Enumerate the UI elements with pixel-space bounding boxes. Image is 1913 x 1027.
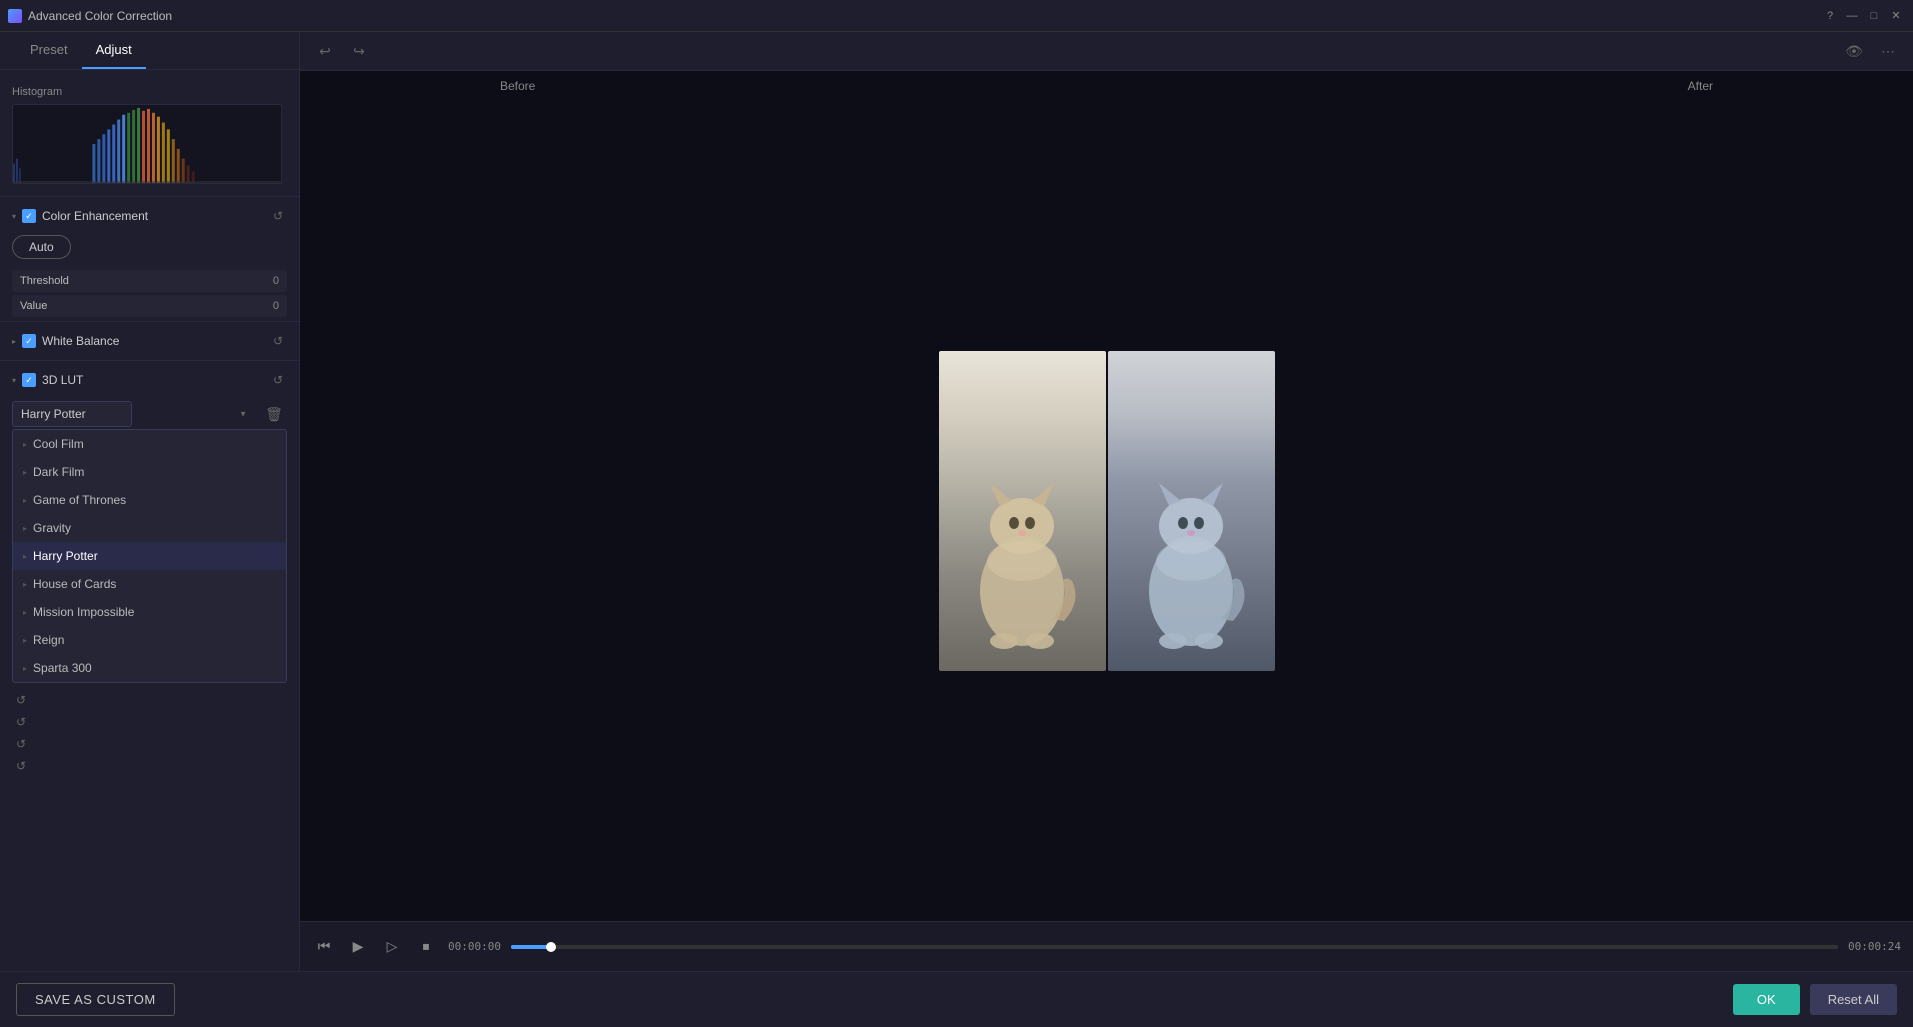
tab-adjust[interactable]: Adjust	[82, 32, 146, 69]
lut-select[interactable]: Cool Film Dark Film Game of Thrones Grav…	[12, 401, 132, 427]
lut-item-house-of-cards[interactable]: ▸ House of Cards	[13, 570, 286, 598]
redo-button[interactable]: ↪	[346, 38, 372, 64]
lut-item-gravity[interactable]: ▸ Gravity	[13, 514, 286, 542]
lut-delete-button[interactable]: 🗑	[261, 401, 287, 427]
divider-3	[0, 360, 299, 361]
minimize-button[interactable]: —	[1843, 7, 1861, 25]
before-image	[939, 351, 1106, 671]
ok-button[interactable]: OK	[1733, 984, 1800, 1015]
threshold-label: Threshold	[20, 275, 69, 287]
undo-button[interactable]: ↩	[312, 38, 338, 64]
tab-bar: Preset Adjust	[0, 32, 299, 70]
histogram-section: Histogram	[0, 78, 299, 192]
reset-all-button[interactable]: Reset All	[1810, 984, 1897, 1015]
transport-bar: ⏮ ▶ ▷ ⏹ 00:00:00 00:00:24	[300, 921, 1913, 971]
threshold-value: 0	[273, 275, 279, 287]
divider-2	[0, 321, 299, 322]
lut-item-game-of-thrones[interactable]: ▸ Game of Thrones	[13, 486, 286, 514]
time-start: 00:00:00	[448, 940, 501, 953]
lut-reset-icon[interactable]: ↺	[269, 371, 287, 389]
timeline[interactable]	[511, 945, 1838, 949]
window-controls[interactable]: ? — □ ✕	[1821, 7, 1905, 25]
color-enhancement-checkbox[interactable]: ✓	[22, 209, 36, 223]
preview-labels: Before After	[300, 71, 1913, 101]
app-title: Advanced Color Correction	[28, 9, 172, 23]
lut-sub-reset-1[interactable]: ↺	[12, 691, 30, 709]
lut-sub-reset-2[interactable]: ↺	[12, 713, 30, 731]
color-enhancement-header[interactable]: ▾ ✓ Color Enhancement ↺	[0, 201, 299, 231]
lut-select-wrapper[interactable]: Cool Film Dark Film Game of Thrones Grav…	[12, 401, 255, 427]
maximize-button[interactable]: □	[1865, 7, 1883, 25]
lut-sub-control-2: ↺	[0, 711, 299, 733]
after-label: After	[1688, 79, 1713, 93]
lut-checkbox[interactable]: ✓	[22, 373, 36, 387]
white-balance-reset-icon[interactable]: ↺	[269, 332, 287, 350]
divider-1	[0, 196, 299, 197]
lut-controls: Cool Film Dark Film Game of Thrones Grav…	[0, 395, 299, 689]
before-label: Before	[500, 79, 535, 93]
action-buttons: OK Reset All	[1733, 984, 1897, 1015]
close-button[interactable]: ✕	[1887, 7, 1905, 25]
save-as-custom-button[interactable]: SAVE AS CUSTOM	[16, 983, 175, 1016]
skip-back-button[interactable]: ⏮	[312, 935, 336, 959]
main-layout: Preset Adjust Histogram	[0, 32, 1913, 971]
tab-preset[interactable]: Preset	[16, 32, 82, 69]
app-icon	[8, 9, 22, 23]
lut-item-harry-potter[interactable]: ▸ Harry Potter	[13, 542, 286, 570]
lut-sub-control-1: ↺	[0, 689, 299, 711]
title-bar-left: Advanced Color Correction	[8, 9, 172, 23]
value-label: Value	[20, 300, 47, 312]
eye-button[interactable]: 👁	[1841, 38, 1867, 64]
lut-dropdown-row: Cool Film Dark Film Game of Thrones Grav…	[12, 401, 287, 427]
help-button[interactable]: ?	[1821, 7, 1839, 25]
lut-label: 3D LUT	[42, 373, 83, 387]
stop-button[interactable]: ⏹	[414, 935, 438, 959]
lut-item-cool-film[interactable]: ▸ Cool Film	[13, 430, 286, 458]
lut-sub-reset-3[interactable]: ↺	[12, 735, 30, 753]
lut-sub-control-3: ↺	[0, 733, 299, 755]
after-cat-svg	[1131, 441, 1251, 671]
value-control[interactable]: Value 0	[12, 295, 287, 317]
color-enhancement-reset-icon[interactable]: ↺	[269, 207, 287, 225]
lut-header-left: ▾ ✓ 3D LUT	[12, 373, 83, 387]
time-end: 00:00:24	[1848, 940, 1901, 953]
cat-images	[939, 351, 1275, 671]
bottom-bar: SAVE AS CUSTOM OK Reset All	[0, 971, 1913, 1027]
white-balance-header[interactable]: ▸ ✓ White Balance ↺	[0, 326, 299, 356]
white-balance-label: White Balance	[42, 334, 119, 348]
before-cat-svg	[962, 441, 1082, 671]
preview-area: Before After	[300, 71, 1913, 921]
auto-button[interactable]: Auto	[12, 235, 71, 259]
right-panel: ↩ ↪ 👁 ⋯ Before After	[300, 32, 1913, 971]
histogram-canvas	[12, 104, 282, 184]
toolbar: ↩ ↪ 👁 ⋯	[300, 32, 1913, 71]
lut-sub-control-4: ↺	[0, 755, 299, 777]
lut-item-reign[interactable]: ▸ Reign	[13, 626, 286, 654]
play-pause-button[interactable]: ▶	[346, 935, 370, 959]
histogram-label: Histogram	[12, 86, 287, 98]
preview-canvas	[300, 101, 1913, 921]
wb-chevron-icon: ▸	[12, 337, 16, 346]
white-balance-checkbox[interactable]: ✓	[22, 334, 36, 348]
lut-item-mission-impossible[interactable]: ▸ Mission Impossible	[13, 598, 286, 626]
value-value: 0	[273, 300, 279, 312]
after-image	[1108, 351, 1275, 671]
sidebar-content: Histogram	[0, 70, 299, 971]
sidebar: Preset Adjust Histogram	[0, 32, 300, 971]
lut-sub-reset-4[interactable]: ↺	[12, 757, 30, 775]
timeline-handle[interactable]	[546, 942, 556, 952]
lut-item-sparta-300[interactable]: ▸ Sparta 300	[13, 654, 286, 682]
color-enhancement-label: Color Enhancement	[42, 209, 148, 223]
lut-header[interactable]: ▾ ✓ 3D LUT ↺	[0, 365, 299, 395]
section-header-left: ▾ ✓ Color Enhancement	[12, 209, 148, 223]
lut-dropdown-list: ▸ Cool Film ▸ Dark Film ▸ Game of Throne…	[12, 429, 287, 683]
play-button[interactable]: ▷	[380, 935, 404, 959]
wb-header-left: ▸ ✓ White Balance	[12, 334, 119, 348]
lut-item-dark-film[interactable]: ▸ Dark Film	[13, 458, 286, 486]
settings-button[interactable]: ⋯	[1875, 38, 1901, 64]
lut-chevron-icon: ▾	[12, 376, 16, 385]
title-bar: Advanced Color Correction ? — □ ✕	[0, 0, 1913, 32]
threshold-control[interactable]: Threshold 0	[12, 270, 287, 292]
chevron-down-icon: ▾	[12, 212, 16, 221]
